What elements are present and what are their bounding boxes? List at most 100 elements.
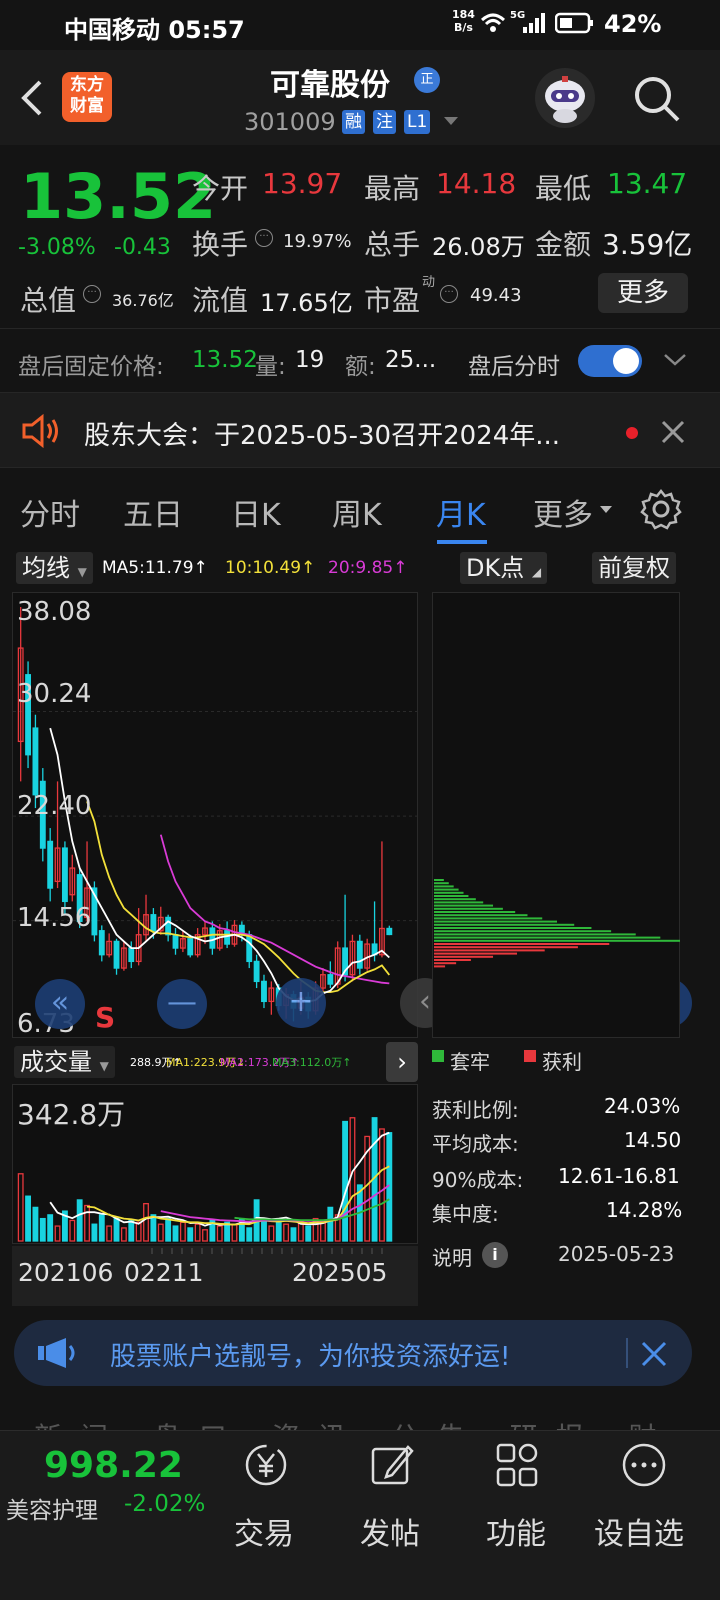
chip-profit-row: [434, 943, 610, 945]
ma20-value: 20:9.85↑: [328, 558, 408, 578]
volume-title: 成交量: [20, 1048, 92, 1076]
more-dots-icon[interactable]: [620, 1441, 668, 1489]
legend-trapped-label: 套牢: [450, 1050, 490, 1074]
vol-ma3: MA3:112.0万↑: [272, 1056, 352, 1069]
info-icon[interactable]: i: [482, 1242, 508, 1268]
quote-panel: 13.52 -3.08% -0.43 今开 13.97 最高 14.18 最低 …: [0, 145, 720, 325]
after-hours-price-label: 盘后固定价格:: [18, 354, 164, 380]
chip-profit-row: [434, 959, 471, 961]
kline-chart[interactable]: 38.08 30.24 22.40 14.56 6.73 S « —: [12, 592, 419, 1039]
function-label[interactable]: 功能: [486, 1509, 546, 1553]
expand-indicator-button[interactable]: ›: [386, 1042, 418, 1082]
candle-body: [386, 927, 393, 936]
post-label[interactable]: 发帖: [360, 1509, 420, 1553]
chip-trapped-row: [434, 882, 449, 885]
volume-indicator-selector[interactable]: 成交量 ▼: [14, 1046, 115, 1078]
volume-bar: [275, 1219, 282, 1242]
volume-bar: [165, 1217, 172, 1242]
volume-bar: [25, 1195, 31, 1242]
chip-trapped-row: [434, 917, 543, 920]
tab-monthly-k[interactable]: 月K: [436, 490, 486, 534]
trade-yen-icon[interactable]: [242, 1441, 290, 1489]
volume-bar: [231, 1223, 238, 1242]
volume-bar: [172, 1225, 179, 1242]
info-icon[interactable]: ···: [440, 285, 458, 303]
candle-body: [47, 840, 54, 889]
promo-banner[interactable]: 股票账户选靓号，为你投资添好运!: [14, 1320, 692, 1386]
profit-ratio-label: 获利比例:: [432, 1098, 519, 1122]
candle-body: [150, 914, 157, 932]
function-grid-icon[interactable]: [494, 1441, 542, 1489]
logo-line1: 东方: [70, 75, 104, 95]
chip-trapped-row: [434, 898, 476, 901]
volume-bar: [76, 1199, 83, 1242]
after-hours-amt: 25...: [385, 347, 437, 373]
zoom-out-button[interactable]: —: [157, 979, 207, 1029]
search-icon[interactable]: [632, 74, 682, 124]
after-hours-vol-label: 量:: [255, 354, 286, 380]
change-percent: -3.08%: [18, 235, 96, 260]
watchlist-label[interactable]: 设自选: [594, 1509, 684, 1553]
candle-body: [32, 727, 39, 796]
chip-date: 2025-05-23: [558, 1242, 675, 1266]
info-icon[interactable]: ···: [83, 285, 101, 303]
y-tick-label: 30.24: [17, 679, 92, 709]
info-icon[interactable]: ···: [255, 229, 273, 247]
high-label: 最高: [364, 172, 421, 205]
adjust-button[interactable]: 前复权: [592, 552, 676, 584]
banner-text[interactable]: 股票账户选靓号，为你投资添好运!: [110, 1336, 510, 1373]
volume-chart[interactable]: 342.8万: [12, 1084, 418, 1244]
volume-bar: [135, 1221, 142, 1242]
more-button[interactable]: 更多: [598, 273, 688, 313]
settings-gear-icon[interactable]: [640, 488, 682, 530]
x-tick-label: 02211: [124, 1258, 204, 1287]
post-edit-icon[interactable]: [368, 1441, 416, 1489]
after-hours-vol: 19: [295, 347, 325, 373]
dropdown-icon[interactable]: [442, 114, 460, 128]
candle-body: [61, 847, 68, 903]
back-icon[interactable]: [18, 78, 46, 118]
index-name[interactable]: 美容护理: [6, 1491, 98, 1525]
chip-trapped-row: [434, 933, 636, 936]
volume-bar: [128, 1219, 135, 1242]
volume-bar: [327, 1206, 334, 1242]
close-icon[interactable]: [640, 1340, 668, 1368]
caret-down-icon[interactable]: [598, 504, 614, 516]
notice-bar[interactable]: 股东大会：于2025-05-30召开2024年...: [0, 392, 720, 468]
tab-more[interactable]: 更多: [533, 490, 593, 534]
ma10-value: 10:10.49↑: [225, 558, 316, 578]
after-hours-toggle[interactable]: [578, 345, 642, 377]
volume-bar: [157, 1223, 164, 1242]
tab-five-day[interactable]: 五日: [123, 490, 183, 534]
tab-intraday[interactable]: 分时: [20, 490, 80, 534]
tab-daily-k[interactable]: 日K: [231, 490, 281, 534]
volume-max-label: 342.8万: [17, 1098, 126, 1131]
close-icon[interactable]: [660, 419, 686, 445]
ma-selector[interactable]: 均线 ▼: [16, 552, 93, 584]
caret-down-icon: ▼: [99, 1059, 109, 1073]
chevron-down-icon[interactable]: [662, 351, 688, 369]
stock-header: 东方 财富 可靠股份 正 301009 融 注 L1: [0, 50, 720, 145]
low-value: 13.47: [607, 167, 688, 200]
candle-body: [113, 940, 120, 969]
notice-text[interactable]: 股东大会：于2025-05-30召开2024年...: [84, 415, 560, 452]
speaker-icon: [22, 413, 58, 449]
active-tab-indicator: [437, 540, 487, 544]
amount-label: 金额: [535, 228, 592, 261]
logo-line2: 财富: [70, 96, 104, 116]
chip-trapped-row: [434, 920, 557, 923]
tab-weekly-k[interactable]: 周K: [332, 490, 382, 534]
zoom-in-button[interactable]: +: [276, 978, 326, 1028]
chip-profit-row: [434, 955, 494, 958]
volume-bar: [290, 1227, 297, 1242]
candle-body: [224, 930, 231, 945]
after-hours-toggle-label: 盘后分时: [468, 354, 560, 380]
index-value[interactable]: 998.22: [44, 1445, 183, 1486]
trade-label[interactable]: 交易: [234, 1509, 294, 1553]
chip-trapped-row: [434, 939, 680, 942]
robot-avatar-icon[interactable]: [535, 68, 595, 128]
stock-name: 可靠股份: [270, 68, 390, 103]
dk-point-button[interactable]: DK点 ◢: [460, 552, 548, 584]
scroll-left-button[interactable]: «: [35, 979, 85, 1029]
explain-label[interactable]: 说明: [432, 1242, 472, 1271]
